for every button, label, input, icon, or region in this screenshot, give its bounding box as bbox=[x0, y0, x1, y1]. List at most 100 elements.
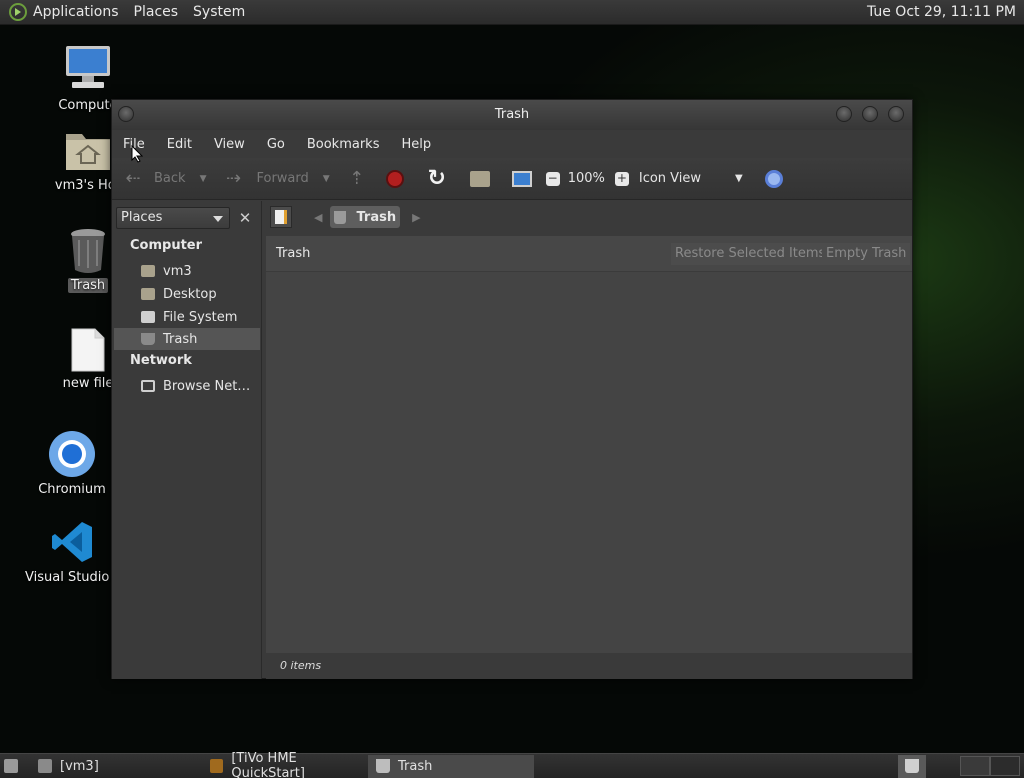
trash-icon bbox=[68, 228, 108, 274]
menu-view[interactable]: View bbox=[214, 137, 245, 152]
reload-icon: ↻ bbox=[427, 166, 446, 191]
trash-icon bbox=[141, 333, 155, 345]
forward-button[interactable]: ⇢ Forward ▼ bbox=[222, 168, 330, 190]
workspace-1[interactable] bbox=[960, 756, 990, 776]
folder-icon bbox=[141, 288, 155, 300]
menu-system[interactable]: System bbox=[193, 4, 245, 20]
zoom-in-icon: + bbox=[614, 170, 629, 186]
desktop-icon-vscode[interactable]: Visual Studio Co bbox=[22, 520, 131, 585]
menubar: File Edit View Go Bookmarks Help bbox=[112, 130, 912, 158]
info-bar-title: Trash bbox=[276, 246, 311, 261]
back-button[interactable]: ⇠ Back ▼ bbox=[122, 168, 206, 190]
empty-trash-button[interactable]: Empty Trash bbox=[822, 243, 911, 265]
computer-icon bbox=[511, 170, 532, 187]
computer-button[interactable] bbox=[511, 170, 532, 187]
menu-help[interactable]: Help bbox=[401, 137, 431, 152]
back-arrow-icon: ⇠ bbox=[125, 168, 141, 189]
network-icon bbox=[141, 380, 155, 392]
task-tivo-hme-quickstart[interactable]: [TiVo HME QuickStart] bbox=[202, 751, 368, 778]
computer-icon bbox=[64, 44, 112, 92]
search-icon bbox=[764, 169, 783, 188]
places-sidebar: Places ✕ Computer vm3 Desktop File Syste… bbox=[112, 201, 262, 679]
zoom-out-icon: − bbox=[545, 170, 560, 186]
toggle-location-entry-button[interactable] bbox=[270, 206, 292, 228]
window-menu-icon[interactable] bbox=[118, 106, 134, 122]
trash-icon bbox=[334, 210, 347, 224]
sidebar-item-vm3[interactable]: vm3 bbox=[114, 260, 260, 282]
chevron-down-icon bbox=[213, 216, 223, 222]
toolbar: ⇠ Back ▼ ⇢ Forward ▼ ⇡ ↻ − 100% + Icon V… bbox=[112, 158, 912, 200]
close-sidebar-button[interactable]: ✕ bbox=[234, 207, 256, 229]
location-bar: ◀ Trash ▶ bbox=[266, 201, 912, 233]
menu-places[interactable]: Places bbox=[134, 4, 179, 20]
sidebar-item-desktop[interactable]: Desktop bbox=[114, 283, 260, 305]
trash-icon bbox=[905, 759, 919, 773]
desktop-icon-label: new file bbox=[62, 376, 114, 391]
desktop-icon-chromium[interactable]: Chromium bbox=[22, 430, 122, 497]
file-icon bbox=[71, 328, 105, 372]
menu-edit[interactable]: Edit bbox=[167, 137, 192, 152]
breadcrumb-trash[interactable]: Trash bbox=[330, 206, 401, 228]
home-button[interactable] bbox=[469, 170, 490, 187]
applications-logo-icon[interactable] bbox=[9, 3, 27, 21]
top-panel: Applications Places System Tue Oct 29, 1… bbox=[0, 0, 1024, 25]
show-desktop-button[interactable] bbox=[0, 755, 24, 778]
stop-button[interactable] bbox=[385, 169, 404, 188]
sidebar-heading-computer: Computer bbox=[130, 238, 203, 253]
window-title: Trash bbox=[494, 107, 530, 122]
reload-button[interactable]: ↻ bbox=[426, 166, 448, 191]
menu-applications[interactable]: Applications bbox=[33, 4, 119, 20]
status-bar: 0 items bbox=[266, 653, 912, 679]
desktop-icon-label: Chromium bbox=[38, 482, 106, 497]
folder-icon bbox=[38, 759, 52, 773]
taskbar: [vm3] [TiVo HME QuickStart] Trash bbox=[0, 751, 1024, 778]
chevron-left-icon[interactable]: ◀ bbox=[314, 211, 322, 224]
application-icon bbox=[210, 759, 224, 773]
search-button[interactable] bbox=[764, 169, 783, 188]
mouse-cursor-icon bbox=[131, 145, 143, 163]
back-history-dropdown-icon[interactable]: ▼ bbox=[200, 174, 207, 184]
task-vm3[interactable]: [vm3] bbox=[30, 755, 190, 778]
file-view[interactable]: Trash Restore Selected Items Empty Trash bbox=[266, 236, 912, 653]
window-titlebar[interactable]: Trash bbox=[112, 100, 912, 130]
chevron-right-icon[interactable]: ▶ bbox=[412, 211, 420, 224]
file-manager-window: Trash File Edit View Go Bookmarks Help ⇠… bbox=[111, 99, 913, 679]
home-folder-icon bbox=[469, 170, 490, 187]
drive-icon bbox=[141, 311, 155, 323]
up-arrow-icon: ⇡ bbox=[349, 168, 365, 189]
restore-selected-items-button[interactable]: Restore Selected Items bbox=[671, 243, 830, 265]
desktop-icon-label: Trash bbox=[67, 278, 109, 293]
close-button[interactable] bbox=[888, 106, 904, 122]
home-folder-icon bbox=[141, 265, 155, 277]
forward-arrow-icon: ⇢ bbox=[225, 168, 242, 189]
trash-applet[interactable] bbox=[898, 754, 926, 778]
zoom-in-button[interactable]: + bbox=[614, 170, 629, 186]
task-trash[interactable]: Trash bbox=[368, 754, 534, 778]
workspace-2[interactable] bbox=[990, 756, 1020, 776]
zoom-out-button[interactable]: − bbox=[545, 170, 560, 186]
trash-icon bbox=[376, 759, 390, 773]
maximize-button[interactable] bbox=[862, 106, 878, 122]
clock[interactable]: Tue Oct 29, 11:11 PM bbox=[867, 4, 1016, 20]
sidebar-item-file-system[interactable]: File System bbox=[114, 306, 260, 328]
minimize-button[interactable] bbox=[836, 106, 852, 122]
chromium-icon bbox=[48, 430, 96, 478]
sidebar-item-browse-network[interactable]: Browse Net… bbox=[114, 375, 260, 397]
view-mode-select[interactable]: Icon View ▼ bbox=[639, 171, 743, 186]
forward-history-dropdown-icon[interactable]: ▼ bbox=[323, 174, 330, 184]
stop-icon bbox=[385, 169, 404, 188]
menu-bookmarks[interactable]: Bookmarks bbox=[307, 137, 380, 152]
vscode-icon bbox=[50, 520, 94, 564]
edit-icon bbox=[275, 210, 287, 224]
trash-info-bar: Trash Restore Selected Items Empty Trash bbox=[266, 236, 912, 272]
chevron-down-icon: ▼ bbox=[735, 173, 743, 184]
sidebar-heading-network: Network bbox=[130, 353, 192, 368]
home-folder-icon bbox=[64, 128, 112, 172]
menu-go[interactable]: Go bbox=[267, 137, 285, 152]
workspace-switcher[interactable] bbox=[960, 755, 1020, 778]
show-desktop-icon bbox=[4, 759, 18, 773]
sidebar-type-select[interactable]: Places bbox=[116, 207, 230, 229]
sidebar-item-trash[interactable]: Trash bbox=[114, 328, 260, 350]
zoom-level[interactable]: 100% bbox=[568, 171, 605, 186]
up-button[interactable]: ⇡ bbox=[346, 168, 368, 190]
